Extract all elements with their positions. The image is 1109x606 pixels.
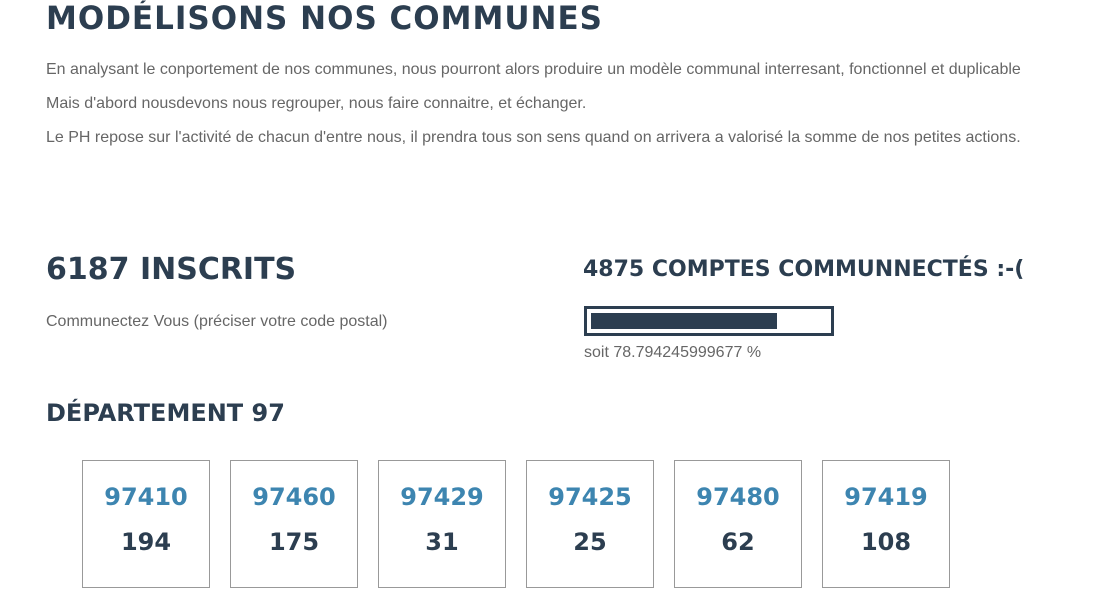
commune-card[interactable]: 97460 175 (230, 460, 358, 588)
connected-progress-bar (584, 306, 834, 336)
percent-text: soit 78.794245999677 % (584, 344, 762, 361)
commune-postal-code-link[interactable]: 97460 (231, 481, 357, 513)
commune-member-count: 62 (721, 528, 755, 556)
commune-cards: 97410 194 97460 175 97429 31 97425 25 97… (82, 460, 950, 588)
intro-text: En analysant le conportement de nos comm… (46, 53, 1096, 155)
commune-card[interactable]: 97425 25 (526, 460, 654, 588)
commune-postal-code-link[interactable]: 97425 (527, 481, 653, 513)
connected-accounts-title: 4875 COMPTES COMMUNNECTÉS :-( (583, 257, 1025, 282)
commune-member-count: 175 (268, 528, 320, 556)
commune-postal-code-link[interactable]: 97410 (83, 481, 209, 513)
commune-postal-code-link[interactable]: 97429 (379, 481, 505, 513)
commune-card[interactable]: 97480 62 (674, 460, 802, 588)
commune-card[interactable]: 97410 194 (82, 460, 210, 588)
commune-member-count: 194 (120, 528, 172, 556)
intro-paragraph-3: Le PH repose sur l'activité de chacun d'… (46, 129, 1021, 146)
commune-card[interactable]: 97419 108 (822, 460, 950, 588)
commune-postal-code-link[interactable]: 97419 (823, 481, 949, 513)
page-title: MODÉLISONS NOS COMMUNES (46, 0, 603, 38)
commune-postal-code-link[interactable]: 97480 (675, 481, 801, 513)
communectez-hint: Communectez Vous (préciser votre code po… (46, 313, 388, 330)
commune-member-count: 25 (573, 528, 607, 556)
commune-member-count: 31 (425, 528, 459, 556)
commune-member-count: 108 (860, 528, 912, 556)
commune-card[interactable]: 97429 31 (378, 460, 506, 588)
registered-count-title: 6187 INSCRITS (46, 252, 297, 287)
intro-paragraph-1: En analysant le conportement de nos comm… (46, 61, 1021, 78)
progress-bar-fill (591, 313, 777, 329)
department-title: DÉPARTEMENT 97 (46, 399, 285, 427)
intro-paragraph-2: Mais d'abord nousdevons nous regrouper, … (46, 95, 587, 112)
